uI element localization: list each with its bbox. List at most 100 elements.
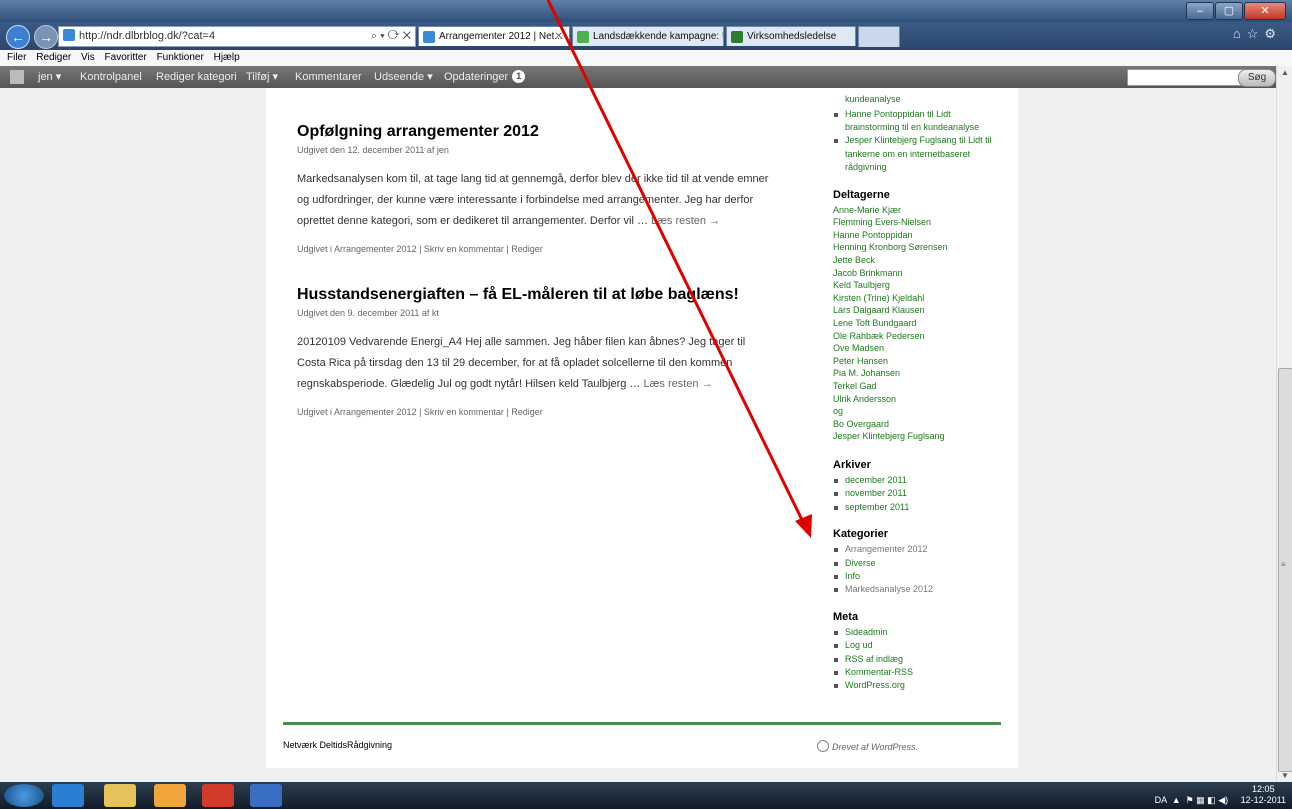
recent-comment-tail[interactable]: kundeanalyse [845, 93, 1003, 106]
admin-kommentarer[interactable]: Kommentarer [295, 66, 362, 88]
participant-link[interactable]: Hanne Pontoppidan [833, 229, 1003, 242]
post-meta: Udgivet den 9. december 2011 af kt [297, 308, 439, 318]
minimize-button[interactable]: – [1186, 2, 1214, 20]
participant-link[interactable]: Lars Dalgaard Klausen [833, 304, 1003, 317]
post-title[interactable]: Husstandsenergiaften – få EL-måleren til… [297, 286, 777, 304]
scroll-up-icon[interactable]: ▲ [1281, 68, 1289, 77]
admin-opdateringer[interactable]: Opdateringer 1 [444, 66, 526, 88]
categories-list: Arrangementer 2012 Diverse Info Markedsa… [833, 543, 1003, 597]
tab-title: Virksomhedsledelse [747, 31, 837, 42]
menu-funktioner[interactable]: Funktioner [157, 52, 204, 63]
avatar[interactable] [10, 70, 24, 84]
read-more-link[interactable]: Læs resten → [651, 215, 720, 227]
meta-link[interactable]: RSS af indlæg [833, 653, 1003, 666]
menu-filer[interactable]: Filer [7, 52, 26, 63]
admin-tilfoej[interactable]: Tilføj ▾ [246, 66, 278, 88]
window-controls: – ▢ ✕ [1186, 2, 1286, 20]
menu-rediger[interactable]: Rediger [36, 52, 71, 63]
tab-title: Arrangementer 2012 | Net... [439, 31, 563, 42]
read-more-link[interactable]: Læs resten → [644, 378, 713, 390]
meta-link[interactable]: Log ud [833, 639, 1003, 652]
tab-arrangementer[interactable]: Arrangementer 2012 | Net... ✕ [418, 26, 570, 46]
internet-explorer-icon[interactable] [52, 784, 84, 807]
participant-link[interactable]: Bo Overgaard [833, 418, 1003, 431]
archives-heading: Arkiver [833, 458, 871, 471]
participant-link[interactable]: Pia M. Johansen [833, 367, 1003, 380]
forward-button[interactable]: → [34, 25, 58, 49]
menu-hjaelp[interactable]: Hjælp [214, 52, 240, 63]
leaf-icon [577, 31, 589, 43]
page-scrollbar[interactable]: ▲ ≡ ▼ [1276, 66, 1292, 782]
system-tray: DA ▲ ⚑ ▦ ◧ ◀) 12:05 12-12-2011 [1155, 784, 1286, 806]
menu-vis[interactable]: Vis [81, 52, 95, 63]
tray-icons[interactable]: ▲ ⚑ ▦ ◧ ◀) [1169, 795, 1228, 805]
tab-title: Landsdækkende kampagne: U... [593, 31, 724, 42]
participant-link[interactable]: Ulrik Andersson [833, 393, 1003, 406]
participant-link[interactable]: Kirsten (Trine) Kjeldahl [833, 292, 1003, 305]
tab-landsdaekkende[interactable]: Landsdækkende kampagne: U... [572, 26, 724, 46]
site-name-link[interactable]: Netværk DeltidsRådgivning [283, 740, 392, 750]
word-icon[interactable] [250, 784, 282, 807]
participant-link[interactable]: Anne-Marie Kjær [833, 204, 1003, 217]
admin-kontrolpanel[interactable]: Kontrolpanel [80, 66, 142, 88]
participant-link[interactable]: Peter Hansen [833, 355, 1003, 368]
list-item[interactable]: Hanne Pontoppidan til Lidt brainstorming… [833, 108, 1003, 135]
address-bar[interactable]: http://ndr.dlbrblog.dk/?cat=4 ⌕ ▾ ⟳ ✕ [58, 26, 416, 47]
meta-link[interactable]: WordPress.org [833, 679, 1003, 692]
acrobat-icon[interactable] [202, 784, 234, 807]
participant-link[interactable]: Jesper Klintebjerg Fuglsang [833, 430, 1003, 443]
participant-link[interactable]: Keld Taulbjerg [833, 279, 1003, 292]
archive-link[interactable]: september 2011 [833, 501, 1003, 514]
scrollbar-thumb[interactable] [1278, 368, 1292, 772]
windows-taskbar: DA ▲ ⚑ ▦ ◧ ◀) 12:05 12-12-2011 [0, 782, 1292, 809]
participant-link[interactable]: Lene Toft Bundgaard [833, 317, 1003, 330]
participant-link[interactable]: og [833, 405, 1003, 418]
new-tab-button[interactable] [858, 26, 900, 47]
post-excerpt: Markedsanalysen kom til, at tage lang ti… [297, 169, 777, 232]
close-tab-icon[interactable]: ✕ [555, 27, 563, 46]
search-button[interactable]: Søg [1238, 69, 1276, 87]
url-text: http://ndr.dlbrblog.dk/?cat=4 [79, 30, 216, 42]
participant-link[interactable]: Terkel Gad [833, 380, 1003, 393]
back-button[interactable]: ← [6, 25, 30, 49]
participant-link[interactable]: Jacob Brinkmann [833, 267, 1003, 280]
grip-icon: ≡ [1281, 560, 1286, 569]
admin-rediger-kategori[interactable]: Rediger kategori [156, 66, 237, 88]
category-link[interactable]: Info [833, 570, 1003, 583]
meta-link[interactable]: Kommentar-RSS [833, 666, 1003, 679]
archive-link[interactable]: november 2011 [833, 487, 1003, 500]
close-window-button[interactable]: ✕ [1244, 2, 1286, 20]
ie-toolbar-icons[interactable]: ⌂☆⚙ [1233, 26, 1282, 42]
clock[interactable]: 12:05 12-12-2011 [1241, 784, 1286, 806]
folder-icon[interactable] [104, 784, 136, 807]
category-link[interactable]: Markedsanalyse 2012 [833, 583, 1003, 596]
outlook-icon[interactable] [154, 784, 186, 807]
post-utility[interactable]: Udgivet i Arrangementer 2012 | Skriv en … [297, 407, 777, 417]
meta-link[interactable]: Sideadmin [833, 626, 1003, 639]
participant-link[interactable]: Ove Madsen [833, 342, 1003, 355]
post-title[interactable]: Opfølgning arrangementer 2012 [297, 123, 777, 141]
scroll-down-icon[interactable]: ▼ [1281, 771, 1289, 780]
maximize-button[interactable]: ▢ [1215, 2, 1243, 20]
powered-by[interactable]: Drevet af WordPress. [817, 740, 918, 752]
updates-count-badge: 1 [512, 70, 526, 83]
participant-link[interactable]: Ole Rahbæk Pedersen [833, 330, 1003, 343]
language-indicator[interactable]: DA [1155, 795, 1167, 805]
footer-divider [283, 722, 1001, 725]
address-tools[interactable]: ⌕ ▾ ⟳ ✕ [371, 27, 411, 46]
site-icon [731, 31, 743, 43]
participant-link[interactable]: Jette Beck [833, 254, 1003, 267]
participant-link[interactable]: Flemming Evers-Nielsen [833, 216, 1003, 229]
archive-link[interactable]: december 2011 [833, 474, 1003, 487]
post-utility[interactable]: Udgivet i Arrangementer 2012 | Skriv en … [297, 244, 777, 254]
participant-link[interactable]: Henning Kronborg Sørensen [833, 241, 1003, 254]
tab-virksomhedsledelse[interactable]: Virksomhedsledelse [726, 26, 856, 46]
admin-udseende[interactable]: Udseende ▾ [374, 66, 433, 88]
category-current[interactable]: Arrangementer 2012 [833, 543, 1003, 556]
start-button-icon[interactable] [4, 784, 44, 807]
menu-favoritter[interactable]: Favoritter [105, 52, 147, 63]
archives-list: december 2011 november 2011 september 20… [833, 474, 1003, 514]
category-link[interactable]: Diverse [833, 557, 1003, 570]
list-item[interactable]: Jesper Klintebjerg Fuglsang til Lidt til… [833, 134, 1003, 174]
admin-user-menu[interactable]: jen ▾ [38, 66, 61, 88]
